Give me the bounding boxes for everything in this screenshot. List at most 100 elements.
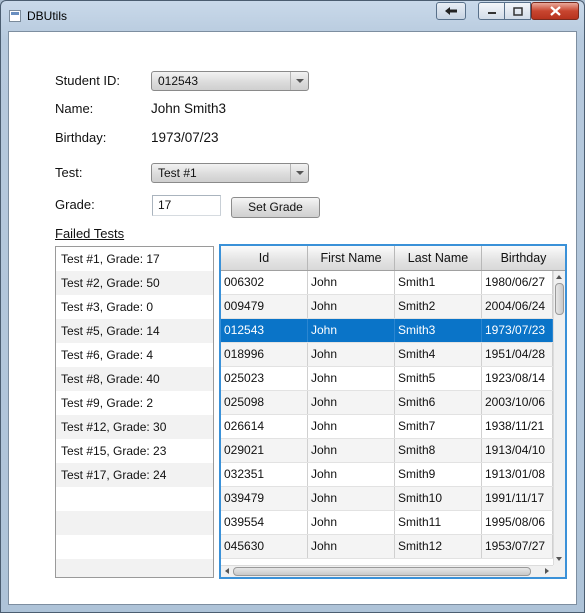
cell-first-name: John <box>308 463 395 486</box>
list-item[interactable]: Test #3, Grade: 0 <box>56 295 213 319</box>
list-item[interactable] <box>56 487 213 511</box>
cell-id: 039479 <box>221 487 308 510</box>
table-row[interactable]: 039554 John Smith11 1995/08/06 <box>221 511 553 535</box>
list-item[interactable]: Test #5, Grade: 14 <box>56 319 213 343</box>
chevron-down-icon[interactable] <box>290 72 308 90</box>
list-item[interactable] <box>56 559 213 577</box>
cell-birthday: 1938/11/21 <box>482 415 553 438</box>
cell-last-name: Smith10 <box>395 487 482 510</box>
scroll-up-icon[interactable] <box>554 273 564 281</box>
table-row[interactable]: 025098 John Smith6 2003/10/06 <box>221 391 553 415</box>
student-id-selected-value: 012543 <box>158 74 199 88</box>
chevron-down-icon[interactable] <box>290 164 308 182</box>
list-item[interactable] <box>56 511 213 535</box>
window-frame: DBUtils Student ID: 012543 Name: John Sm… <box>0 0 585 613</box>
list-item[interactable]: Test #1, Grade: 17 <box>56 247 213 271</box>
maximize-button[interactable] <box>504 2 531 20</box>
cell-id: 045630 <box>221 535 308 558</box>
table-row[interactable]: 006302 John Smith1 1980/06/27 <box>221 271 553 295</box>
cell-first-name: John <box>308 511 395 534</box>
table-row[interactable]: 009479 John Smith2 2004/06/24 <box>221 295 553 319</box>
table-row[interactable]: 012543 John Smith3 1973/07/23 <box>221 319 553 343</box>
back-arrow-button[interactable] <box>436 2 466 20</box>
cell-last-name: Smith1 <box>395 271 482 294</box>
grade-label: Grade: <box>55 197 95 212</box>
scroll-right-icon[interactable] <box>543 566 551 576</box>
minimize-icon <box>487 12 496 14</box>
list-item[interactable]: Test #2, Grade: 50 <box>56 271 213 295</box>
set-grade-button[interactable]: Set Grade <box>231 197 320 218</box>
cell-first-name: John <box>308 343 395 366</box>
students-table[interactable]: Id First Name Last Name Birthday 006302 J… <box>219 244 567 579</box>
table-row[interactable]: 032351 John Smith9 1913/01/08 <box>221 463 553 487</box>
cell-id: 006302 <box>221 271 308 294</box>
list-item[interactable] <box>56 535 213 559</box>
table-row[interactable]: 018996 John Smith4 1951/04/28 <box>221 343 553 367</box>
table-row[interactable]: 025023 John Smith5 1923/08/14 <box>221 367 553 391</box>
list-item[interactable]: Test #15, Grade: 23 <box>56 439 213 463</box>
cell-birthday: 1913/04/10 <box>482 439 553 462</box>
cell-id: 025098 <box>221 391 308 414</box>
cell-first-name: John <box>308 391 395 414</box>
window-title: DBUtils <box>27 9 68 23</box>
cell-first-name: John <box>308 271 395 294</box>
title-bar[interactable]: DBUtils <box>1 1 584 31</box>
column-header-last-name[interactable]: Last Name <box>395 246 482 270</box>
cell-birthday: 1923/08/14 <box>482 367 553 390</box>
cell-last-name: Smith3 <box>395 319 482 342</box>
column-header-birthday[interactable]: Birthday <box>482 246 565 270</box>
grade-input[interactable]: 17 <box>152 195 221 216</box>
cell-id: 026614 <box>221 415 308 438</box>
cell-last-name: Smith2 <box>395 295 482 318</box>
scroll-down-icon[interactable] <box>554 555 564 563</box>
column-header-first-name[interactable]: First Name <box>308 246 395 270</box>
cell-first-name: John <box>308 367 395 390</box>
cell-id: 009479 <box>221 295 308 318</box>
horizontal-scrollbar[interactable] <box>221 565 553 577</box>
list-item[interactable]: Test #9, Grade: 2 <box>56 391 213 415</box>
table-body: 006302 John Smith1 1980/06/27 009479 John Smit… <box>221 271 553 559</box>
list-item[interactable]: Test #6, Grade: 4 <box>56 343 213 367</box>
cell-last-name: Smith5 <box>395 367 482 390</box>
window-client-area: Student ID: 012543 Name: John Smith3 Bir… <box>8 31 577 605</box>
scroll-left-icon[interactable] <box>223 566 231 576</box>
birthday-label: Birthday: <box>55 130 107 145</box>
cell-id: 012543 <box>221 319 308 342</box>
cell-id: 018996 <box>221 343 308 366</box>
cell-last-name: Smith9 <box>395 463 482 486</box>
vertical-scrollbar[interactable] <box>553 271 565 565</box>
close-button[interactable] <box>531 2 579 20</box>
vertical-scroll-thumb[interactable] <box>555 283 564 315</box>
cell-id: 032351 <box>221 463 308 486</box>
cell-birthday: 1913/01/08 <box>482 463 553 486</box>
student-id-combobox[interactable]: 012543 <box>151 71 309 91</box>
cell-first-name: John <box>308 295 395 318</box>
cell-first-name: John <box>308 415 395 438</box>
list-item[interactable]: Test #8, Grade: 40 <box>56 367 213 391</box>
cell-last-name: Smith8 <box>395 439 482 462</box>
table-row[interactable]: 026614 John Smith7 1938/11/21 <box>221 415 553 439</box>
table-row[interactable]: 039479 John Smith10 1991/11/17 <box>221 487 553 511</box>
table-row[interactable]: 045630 John Smith12 1953/07/27 <box>221 535 553 559</box>
cell-first-name: John <box>308 487 395 510</box>
column-header-id[interactable]: Id <box>221 246 308 270</box>
cell-last-name: Smith6 <box>395 391 482 414</box>
close-icon <box>549 6 561 16</box>
failed-tests-label: Failed Tests <box>55 226 125 241</box>
list-item[interactable]: Test #17, Grade: 24 <box>56 463 213 487</box>
test-label: Test: <box>55 165 83 180</box>
birthday-value: 1973/07/23 <box>151 130 219 145</box>
minimize-button[interactable] <box>478 2 505 20</box>
list-item[interactable]: Test #12, Grade: 30 <box>56 415 213 439</box>
cell-first-name: John <box>308 439 395 462</box>
horizontal-scroll-thumb[interactable] <box>233 567 531 576</box>
name-label: Name: <box>55 101 94 116</box>
failed-tests-list[interactable]: Test #1, Grade: 17 Test #2, Grade: 50 Test… <box>55 246 214 578</box>
name-value: John Smith3 <box>151 101 227 116</box>
cell-id: 025023 <box>221 367 308 390</box>
cell-first-name: John <box>308 319 395 342</box>
table-row[interactable]: 029021 John Smith8 1913/04/10 <box>221 439 553 463</box>
cell-last-name: Smith11 <box>395 511 482 534</box>
cell-birthday: 2004/06/24 <box>482 295 553 318</box>
test-combobox[interactable]: Test #1 <box>151 163 309 183</box>
